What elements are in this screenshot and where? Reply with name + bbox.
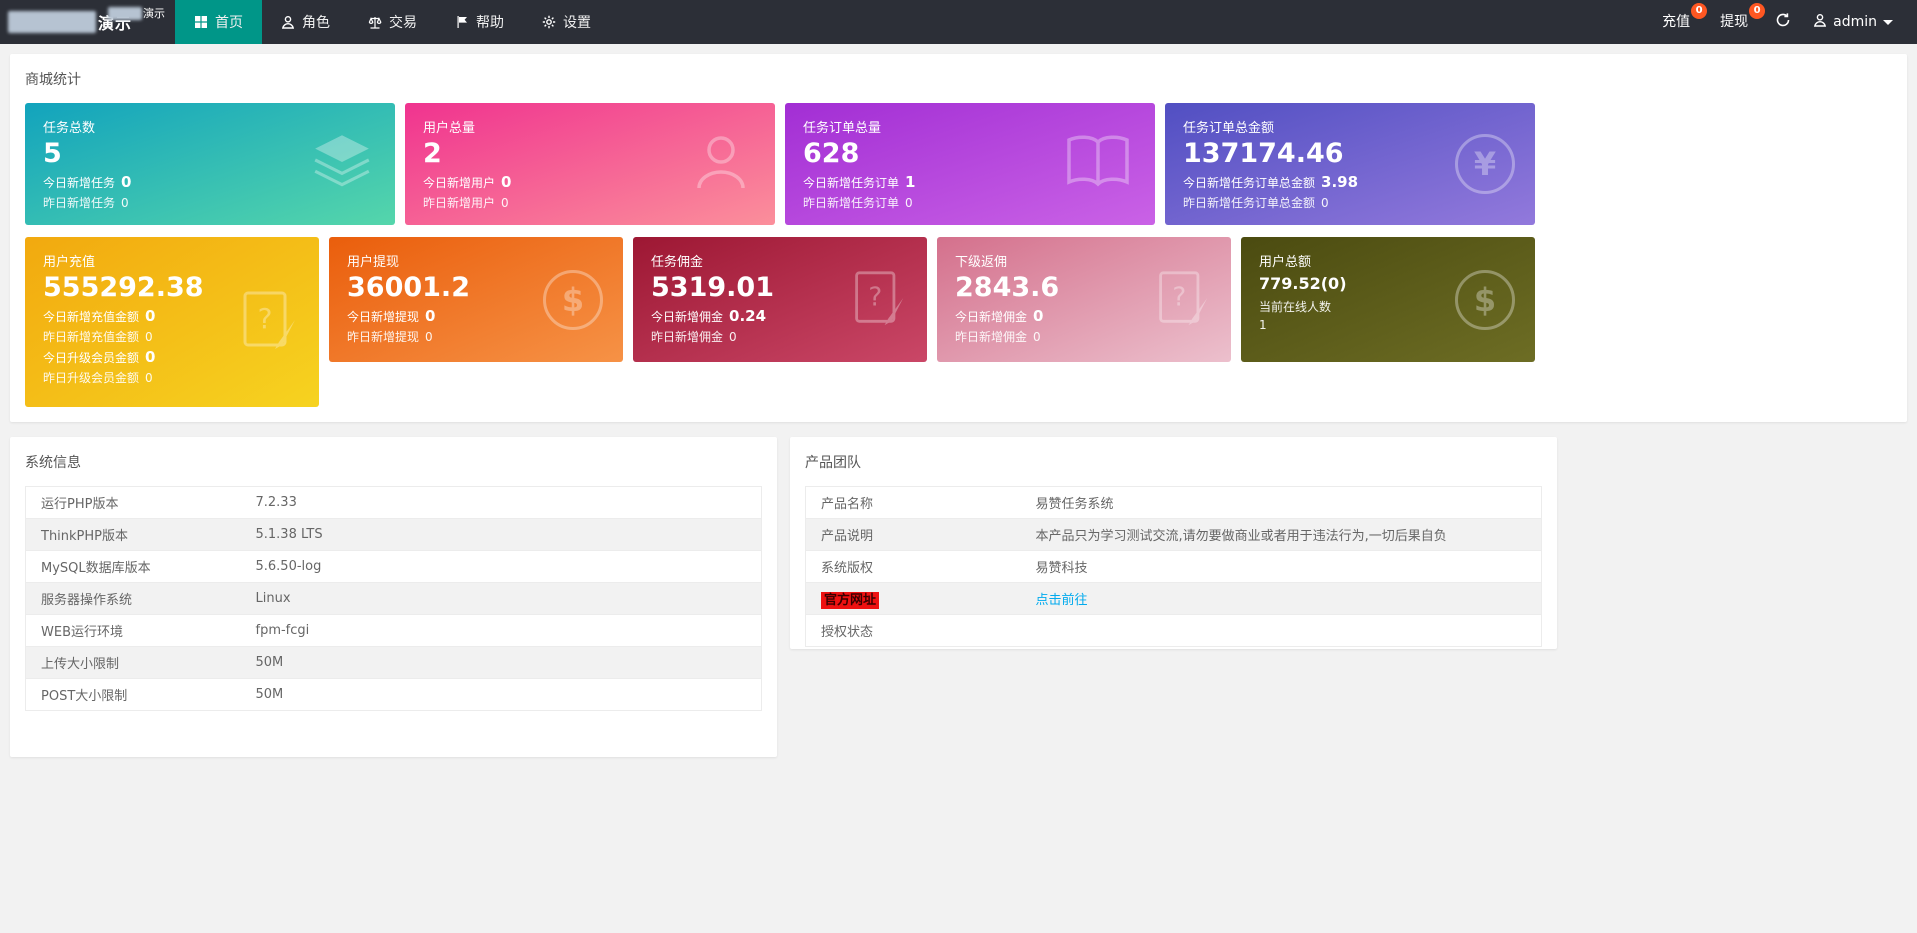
withdraw-label: 提现 (1720, 14, 1748, 30)
logo: 演示 演示 (0, 0, 175, 44)
table-row: 授权状态 (806, 615, 1542, 647)
svg-text:?: ? (868, 282, 882, 312)
system-info-panel: 系统信息 运行PHP版本 7.2.33 ThinkPHP版本 5.1.38 LT… (10, 437, 777, 757)
official-site-label: 官方网址 (821, 592, 879, 609)
table-row: 产品名称 易赞任务系统 (806, 487, 1542, 519)
product-team-title: 产品团队 (805, 452, 1542, 472)
stat-card-order-amount: 任务订单总金额 137174.46 今日新增任务订单总金额 3.98 昨日新增任… (1165, 103, 1535, 225)
table-row: 运行PHP版本 7.2.33 (26, 487, 762, 519)
menu-item-label: 交易 (389, 12, 417, 32)
dollar-coin-icon: $ (543, 270, 603, 330)
username: admin (1833, 14, 1877, 30)
menu-item-label: 首页 (215, 12, 243, 32)
stat-card-user-balance: 用户总额 779.52(0) 当前在线人数 1 $ (1241, 237, 1535, 362)
system-info-table: 运行PHP版本 7.2.33 ThinkPHP版本 5.1.38 LTS MyS… (25, 486, 762, 711)
refresh-button[interactable] (1763, 0, 1803, 44)
doc-edit-icon: ? (851, 268, 907, 332)
stat-card-sub-commission: 下级返佣 2843.6 今日新增佣金 0 昨日新增佣金 0 ? (937, 237, 1231, 362)
layers-icon (309, 129, 375, 199)
menu-item-home[interactable]: 首页 (175, 0, 262, 44)
withdraw-badge: 0 (1749, 3, 1765, 19)
doc-edit-icon: ? (1155, 268, 1211, 332)
navbar: 演示 演示 首页 角色 交易 帮助 (0, 0, 1917, 44)
user-icon (1813, 13, 1827, 31)
product-team-panel: 产品团队 产品名称 易赞任务系统 产品说明 本产品只为学习测试交流,请勿要做商业… (790, 437, 1557, 649)
main-content: 商城统计 任务总数 5 今日新增任务 0 昨日新增任务 0 (0, 44, 1917, 767)
stat-card-task-commission: 任务佣金 5319.01 今日新增佣金 0.24 昨日新增佣金 0 ? (633, 237, 927, 362)
logo-superscript: 演示 (108, 5, 165, 21)
table-row: MySQL数据库版本 5.6.50-log (26, 551, 762, 583)
bottom-section: 系统信息 运行PHP版本 7.2.33 ThinkPHP版本 5.1.38 LT… (10, 437, 1907, 757)
stat-title: 用户充值 (43, 251, 301, 270)
menu-item-help[interactable]: 帮助 (436, 0, 523, 44)
navbar-right: 充值 0 提现 0 admin (1647, 0, 1917, 44)
user-menu[interactable]: admin (1803, 0, 1903, 44)
stat-card-user-total: 用户总量 2 今日新增用户 0 昨日新增用户 0 (405, 103, 775, 225)
menu-item-transactions[interactable]: 交易 (349, 0, 436, 44)
stats-row-1: 任务总数 5 今日新增任务 0 昨日新增任务 0 用户 (25, 103, 1892, 225)
table-row: 服务器操作系统 Linux (26, 583, 762, 615)
refresh-icon (1775, 12, 1791, 32)
stat-line: 昨日新增任务订单总金额 0 (1183, 194, 1517, 211)
main-menu: 首页 角色 交易 帮助 设置 (175, 0, 610, 44)
stat-line: 昨日新增任务订单 0 (803, 194, 1137, 211)
table-row: POST大小限制 50M (26, 679, 762, 711)
stats-row-2: 用户充值 555292.38 今日新增充值金额 0 昨日新增充值金额 0 今日升… (25, 237, 1892, 407)
stats-section-title: 商城统计 (25, 69, 1892, 89)
doc-question-icon: ? (239, 288, 299, 356)
menu-item-roles[interactable]: 角色 (262, 0, 349, 44)
stat-title: 用户提现 (347, 251, 605, 270)
scale-icon (368, 15, 382, 29)
redacted-logo-block (8, 11, 96, 33)
menu-item-label: 设置 (563, 12, 591, 32)
table-row: 官方网址 点击前往 (806, 583, 1542, 615)
person-icon (281, 15, 295, 29)
withdraw-link[interactable]: 提现 0 (1705, 0, 1763, 44)
logo-text-secondary: 演示 (143, 5, 165, 21)
grid-icon (194, 15, 208, 29)
gear-icon (542, 15, 556, 29)
svg-text:?: ? (1172, 282, 1186, 312)
menu-item-label: 帮助 (476, 12, 504, 32)
stat-card-user-withdraw: 用户提现 36001.2 今日新增提现 0 昨日新增提现 0 $ (329, 237, 623, 362)
table-row: 产品说明 本产品只为学习测试交流,请勿要做商业或者用于违法行为,一切后果自负 (806, 519, 1542, 551)
official-site-link[interactable]: 点击前往 (1036, 593, 1088, 608)
stat-card-user-recharge: 用户充值 555292.38 今日新增充值金额 0 昨日新增充值金额 0 今日升… (25, 237, 319, 407)
recharge-label: 充值 (1662, 14, 1690, 30)
table-row: 系统版权 易赞科技 (806, 551, 1542, 583)
stat-title: 用户总额 (1259, 251, 1517, 270)
chevron-down-icon (1883, 14, 1893, 30)
stat-card-task-total: 任务总数 5 今日新增任务 0 昨日新增任务 0 (25, 103, 395, 225)
stat-card-order-total: 任务订单总量 628 今日新增任务订单 1 昨日新增任务订单 0 (785, 103, 1155, 225)
menu-item-settings[interactable]: 设置 (523, 0, 610, 44)
system-info-title: 系统信息 (25, 452, 762, 472)
stat-line: 昨日新增提现 0 (347, 328, 605, 345)
table-row: 上传大小限制 50M (26, 647, 762, 679)
redacted-logo-block-small (108, 7, 142, 20)
table-row: ThinkPHP版本 5.1.38 LTS (26, 519, 762, 551)
table-row: WEB运行环境 fpm-fcgi (26, 615, 762, 647)
menu-item-label: 角色 (302, 12, 330, 32)
recharge-link[interactable]: 充值 0 (1647, 0, 1705, 44)
product-team-table: 产品名称 易赞任务系统 产品说明 本产品只为学习测试交流,请勿要做商业或者用于违… (805, 486, 1542, 647)
stat-line: 昨日升级会员金额 0 (43, 369, 301, 386)
stats-panel: 商城统计 任务总数 5 今日新增任务 0 昨日新增任务 0 (10, 54, 1907, 422)
svg-text:?: ? (258, 302, 273, 335)
yen-coin-icon: ¥ (1455, 134, 1515, 194)
book-icon (1061, 132, 1135, 196)
flag-icon (455, 15, 469, 29)
dollar-coin-icon: $ (1455, 270, 1515, 330)
person-outline-icon (687, 128, 755, 200)
